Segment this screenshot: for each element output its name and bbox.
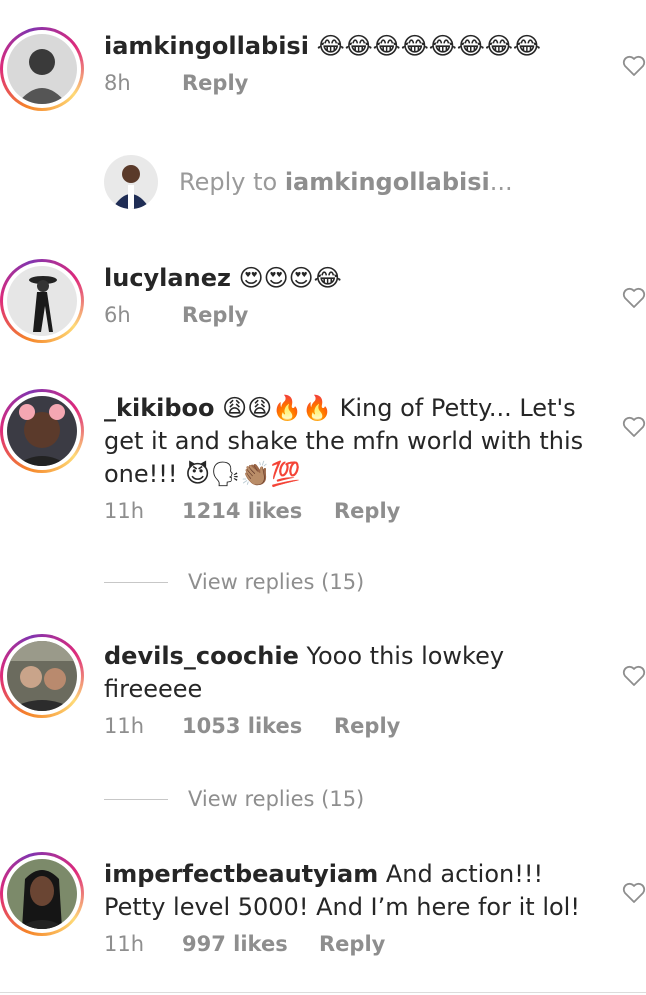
divider: [104, 581, 168, 583]
comment-body: 😍😍😍😂: [238, 264, 342, 292]
comment-meta: 11h 997 likes Reply: [104, 932, 594, 956]
heart-icon[interactable]: [622, 287, 646, 309]
heart-icon[interactable]: [622, 665, 646, 687]
comment-text: lucylanez 😍😍😍😂: [104, 262, 594, 295]
view-replies-label: View replies (15): [188, 570, 365, 594]
reply-input[interactable]: Reply to iamkingollabisi...: [104, 155, 513, 209]
heart-icon[interactable]: [622, 55, 646, 77]
reply-button[interactable]: Reply: [182, 303, 248, 327]
view-replies-button[interactable]: View replies (15): [104, 570, 364, 594]
view-replies-button[interactable]: View replies (15): [104, 787, 364, 811]
comment-time: 11h: [104, 932, 145, 956]
comment-meta: 6h Reply: [104, 303, 594, 327]
comment-meta: 11h 1214 likes Reply: [104, 499, 594, 523]
comment-text: iamkingollabisi 😂😂😂😂😂😂😂😂: [104, 30, 594, 63]
avatar[interactable]: [0, 389, 84, 473]
comment-likes[interactable]: 1053 likes: [182, 714, 334, 738]
avatar[interactable]: [0, 27, 84, 111]
comment-time: 11h: [104, 714, 145, 738]
avatar[interactable]: [0, 634, 84, 718]
reply-suffix: ...: [489, 168, 513, 196]
divider: [0, 992, 646, 993]
reply-button[interactable]: Reply: [334, 499, 400, 523]
comment-time: 6h: [104, 303, 131, 327]
comment-username[interactable]: devils_coochie: [104, 642, 299, 670]
comment-meta: 8h Reply: [104, 71, 594, 95]
reply-target: iamkingollabisi: [284, 168, 490, 196]
comment-meta: 11h 1053 likes Reply: [104, 714, 594, 738]
avatar[interactable]: [0, 852, 84, 936]
reply-placeholder: Reply to iamkingollabisi...: [179, 168, 513, 196]
view-replies-label: View replies (15): [188, 787, 365, 811]
comment-likes[interactable]: 997 likes: [182, 932, 319, 956]
comment-username[interactable]: iamkingollabisi: [104, 32, 309, 60]
reply-button[interactable]: Reply: [182, 71, 248, 95]
comment-text: imperfectbeautyiam And action!!! Petty l…: [104, 858, 594, 924]
reply-prefix: Reply to: [179, 168, 285, 196]
comment-username[interactable]: _kikiboo: [104, 394, 215, 422]
comment-time: 11h: [104, 499, 145, 523]
comment-time: 8h: [104, 71, 131, 95]
comment-username[interactable]: lucylanez: [104, 264, 231, 292]
comment-likes[interactable]: 1214 likes: [182, 499, 334, 523]
comment-username[interactable]: imperfectbeautyiam: [104, 860, 378, 888]
comment-text: devils_coochie Yooo this lowkey fireeeee: [104, 640, 594, 706]
avatar[interactable]: [0, 259, 84, 343]
reply-button[interactable]: Reply: [319, 932, 385, 956]
comment-body: 😂😂😂😂😂😂😂😂: [316, 32, 541, 60]
comment-text: _kikiboo 😩😩🔥🔥 King of Petty... Let's get…: [104, 392, 594, 491]
reply-button[interactable]: Reply: [334, 714, 400, 738]
avatar: [104, 155, 158, 209]
heart-icon[interactable]: [622, 882, 646, 904]
heart-icon[interactable]: [622, 416, 646, 438]
divider: [104, 798, 168, 800]
